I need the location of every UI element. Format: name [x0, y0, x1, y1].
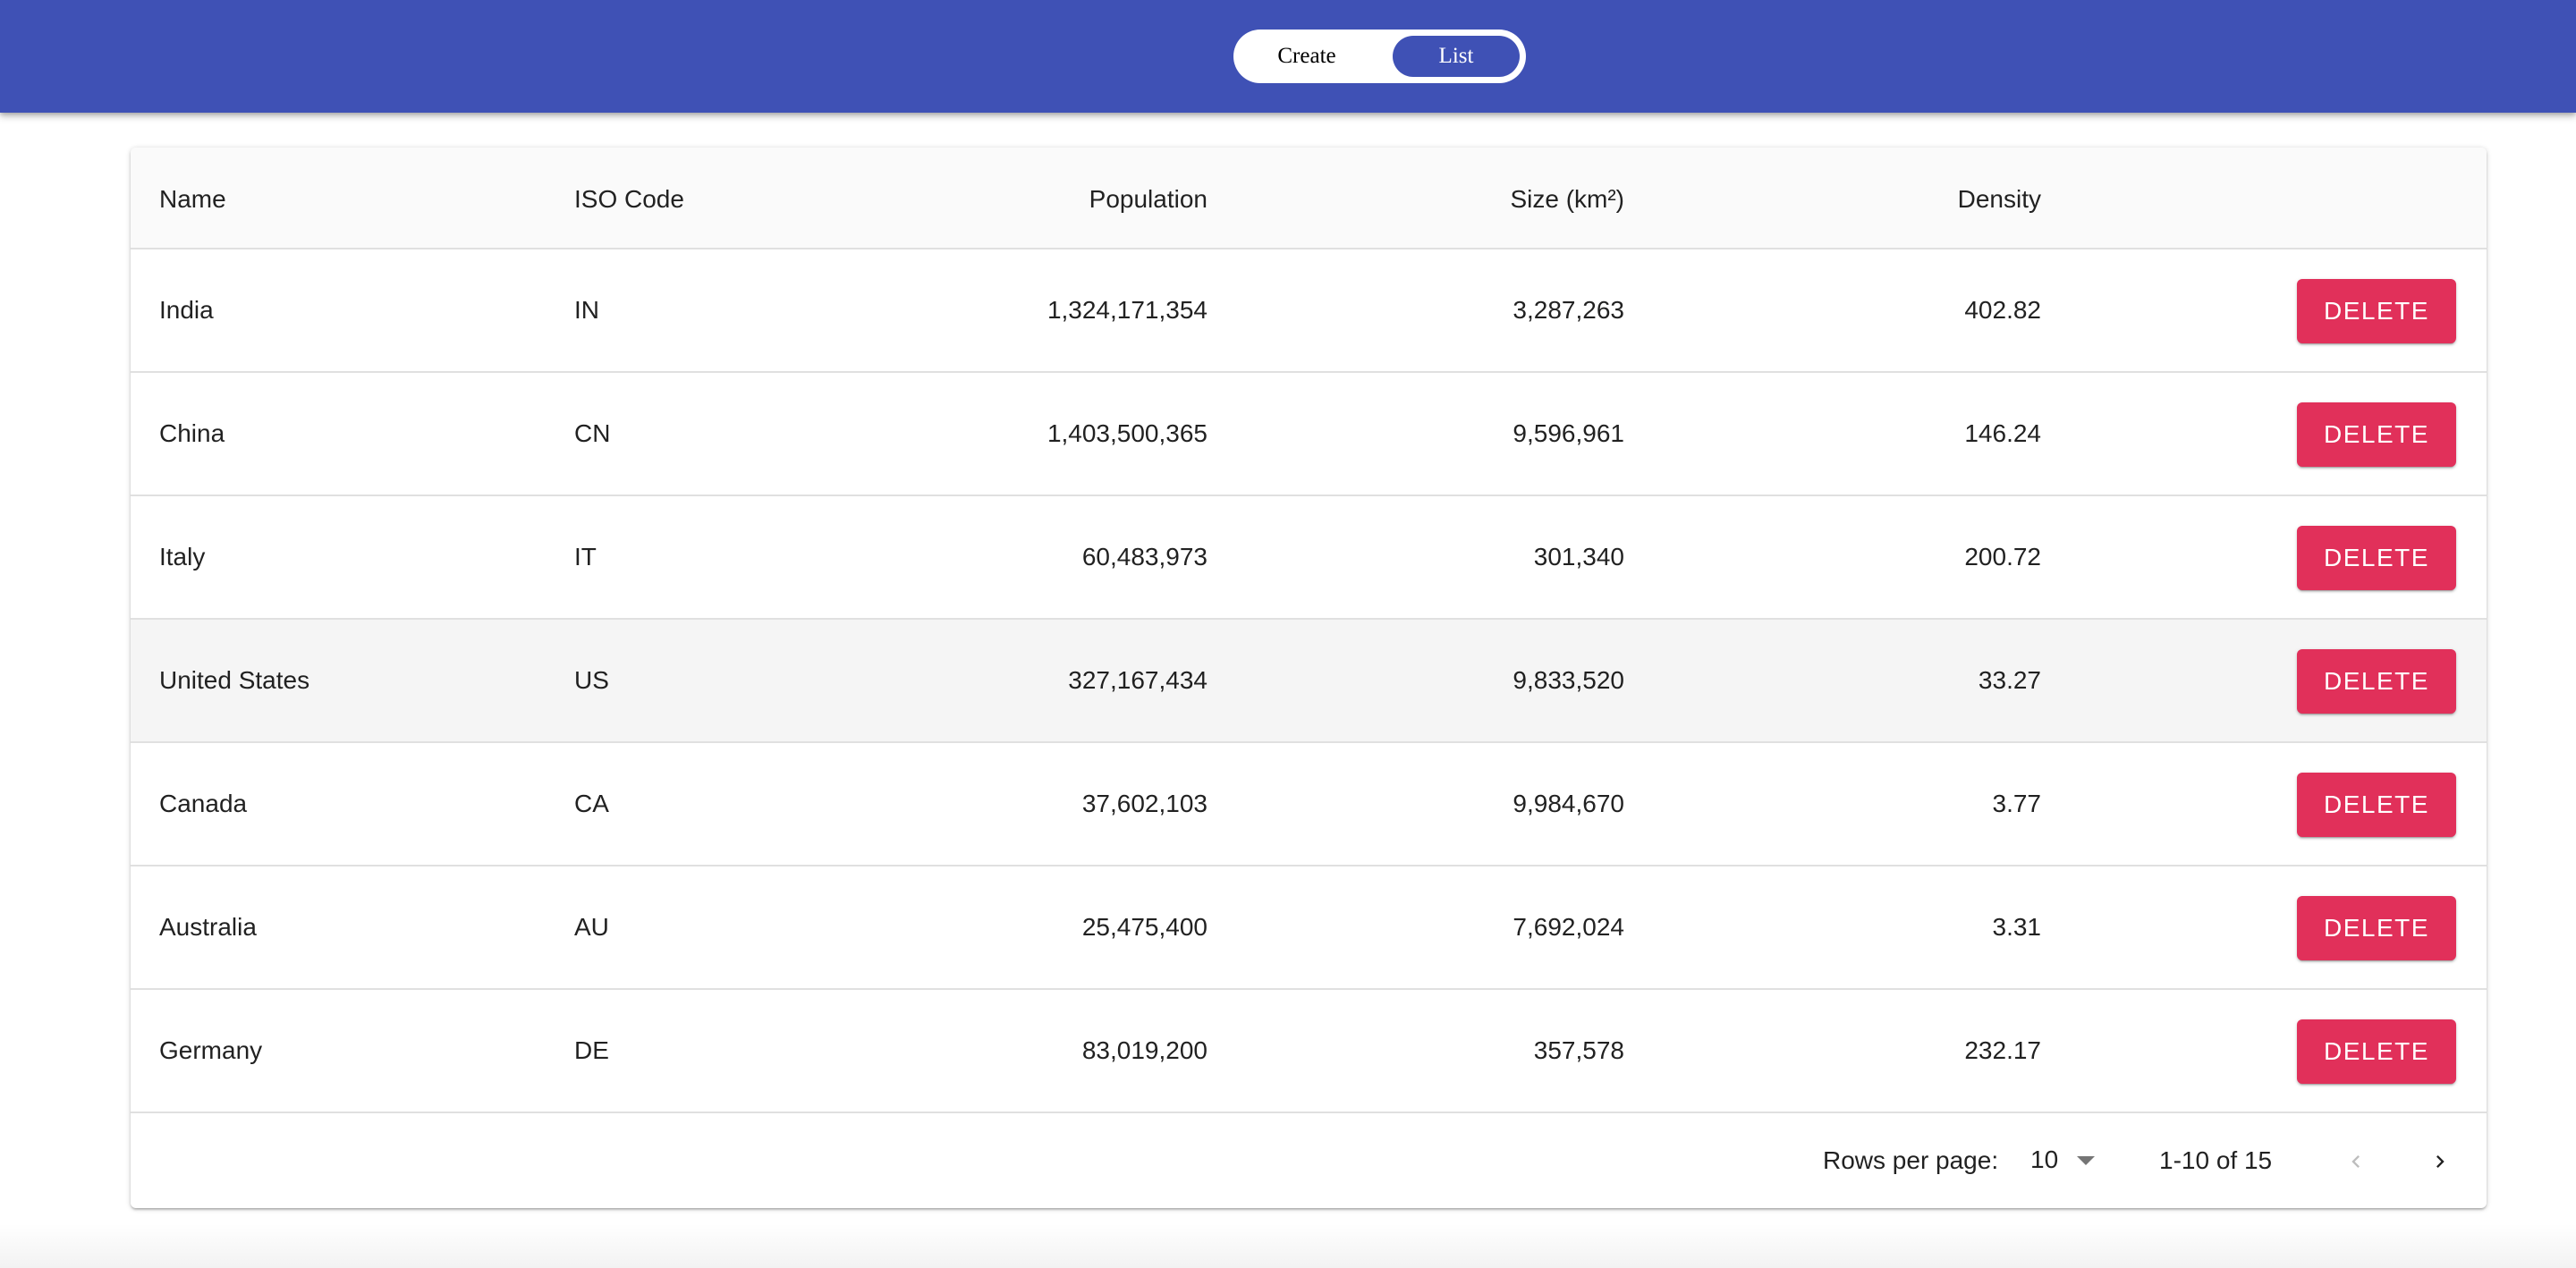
cell-population: 25,475,400 [1081, 913, 1208, 941]
cell-name: Italy [159, 543, 206, 571]
page-bottom-shadow [0, 1223, 2576, 1268]
delete-button[interactable]: DELETE [2297, 896, 2456, 960]
cell-iso-code: US [574, 666, 609, 694]
cell-size: 9,833,520 [1513, 666, 1624, 694]
app-bar: Create List [0, 0, 2576, 113]
rows-per-page-label: Rows per page: [1823, 1146, 1999, 1174]
cell-size: 7,692,024 [1513, 913, 1624, 941]
table-pagination: Rows per page: 10 1-10 of 15 [131, 1114, 2487, 1208]
cell-name: United States [159, 666, 310, 694]
cell-size: 3,287,263 [1513, 296, 1624, 324]
previous-page-button[interactable] [2331, 1137, 2381, 1187]
cell-iso-code: IN [574, 296, 599, 324]
table-row: United States US 327,167,434 9,833,520 3… [131, 620, 2487, 743]
chevron-left-icon [2351, 1155, 2360, 1168]
delete-button[interactable]: DELETE [2297, 279, 2456, 343]
delete-button[interactable]: DELETE [2297, 649, 2456, 714]
chevron-right-icon [2436, 1155, 2445, 1168]
header-density[interactable]: Density [1958, 185, 2041, 214]
cell-name: China [159, 419, 225, 447]
cell-name: Germany [159, 1036, 263, 1064]
cell-density: 146.24 [1964, 419, 2041, 447]
cell-size: 9,596,961 [1513, 419, 1624, 447]
cell-population: 60,483,973 [1081, 543, 1208, 571]
delete-button[interactable]: DELETE [2297, 773, 2456, 837]
cell-population: 327,167,434 [1068, 666, 1208, 694]
cell-density: 33.27 [1978, 666, 2041, 694]
delete-button[interactable]: DELETE [2297, 1019, 2456, 1084]
cell-name: Canada [159, 790, 248, 817]
pagination-range: 1-10 of 15 [2159, 1146, 2273, 1174]
cell-density: 3.77 [1992, 790, 2042, 817]
cell-population: 1,324,171,354 [1046, 296, 1208, 324]
table-header: Name ISO Code Population Size (km²) Dens… [131, 148, 2487, 249]
cell-size: 9,984,670 [1513, 790, 1624, 817]
table-row: India IN 1,324,171,354 3,287,263 402.82 … [131, 249, 2487, 373]
header-population[interactable]: Population [1089, 185, 1208, 214]
next-page-button[interactable] [2415, 1137, 2465, 1187]
cell-size: 357,578 [1533, 1036, 1624, 1064]
cell-density: 3.31 [1992, 913, 2042, 941]
header-iso-code[interactable]: ISO Code [574, 185, 684, 214]
cell-iso-code: CA [574, 790, 609, 817]
table-row: Australia AU 25,475,400 7,692,024 3.31 D… [131, 866, 2487, 990]
cell-size: 301,340 [1533, 543, 1624, 571]
cell-name: Australia [159, 913, 257, 941]
list-tab[interactable]: List [1393, 36, 1520, 77]
rows-per-page-value: 10 [2030, 1145, 2059, 1173]
table-row: Canada CA 37,602,103 9,984,670 3.77 DELE… [131, 743, 2487, 866]
cell-population: 37,602,103 [1081, 790, 1208, 817]
cell-density: 402.82 [1964, 296, 2041, 324]
caret-down-icon [2077, 1156, 2095, 1165]
rows-per-page-select[interactable]: 10 [2030, 1141, 2104, 1179]
cell-iso-code: CN [574, 419, 611, 447]
cell-population: 1,403,500,365 [1046, 419, 1208, 447]
delete-button[interactable]: DELETE [2297, 402, 2456, 467]
header-name[interactable]: Name [159, 185, 226, 214]
table-row: Italy IT 60,483,973 301,340 200.72 DELET… [131, 496, 2487, 620]
cell-density: 200.72 [1964, 543, 2041, 571]
cell-name: India [159, 296, 214, 324]
cell-density: 232.17 [1964, 1036, 2041, 1064]
cell-population: 83,019,200 [1081, 1036, 1208, 1064]
delete-button[interactable]: DELETE [2297, 526, 2456, 590]
cell-iso-code: DE [574, 1036, 609, 1064]
countries-table: Name ISO Code Population Size (km²) Dens… [131, 148, 2487, 1208]
header-size[interactable]: Size (km²) [1510, 185, 1624, 214]
create-tab[interactable]: Create [1240, 36, 1374, 77]
table-row: Germany DE 83,019,200 357,578 232.17 DEL… [131, 990, 2487, 1113]
cell-iso-code: AU [574, 913, 609, 941]
table-row: China CN 1,403,500,365 9,596,961 146.24 … [131, 373, 2487, 496]
view-toggle: Create List [1233, 30, 1526, 83]
cell-iso-code: IT [574, 543, 597, 571]
